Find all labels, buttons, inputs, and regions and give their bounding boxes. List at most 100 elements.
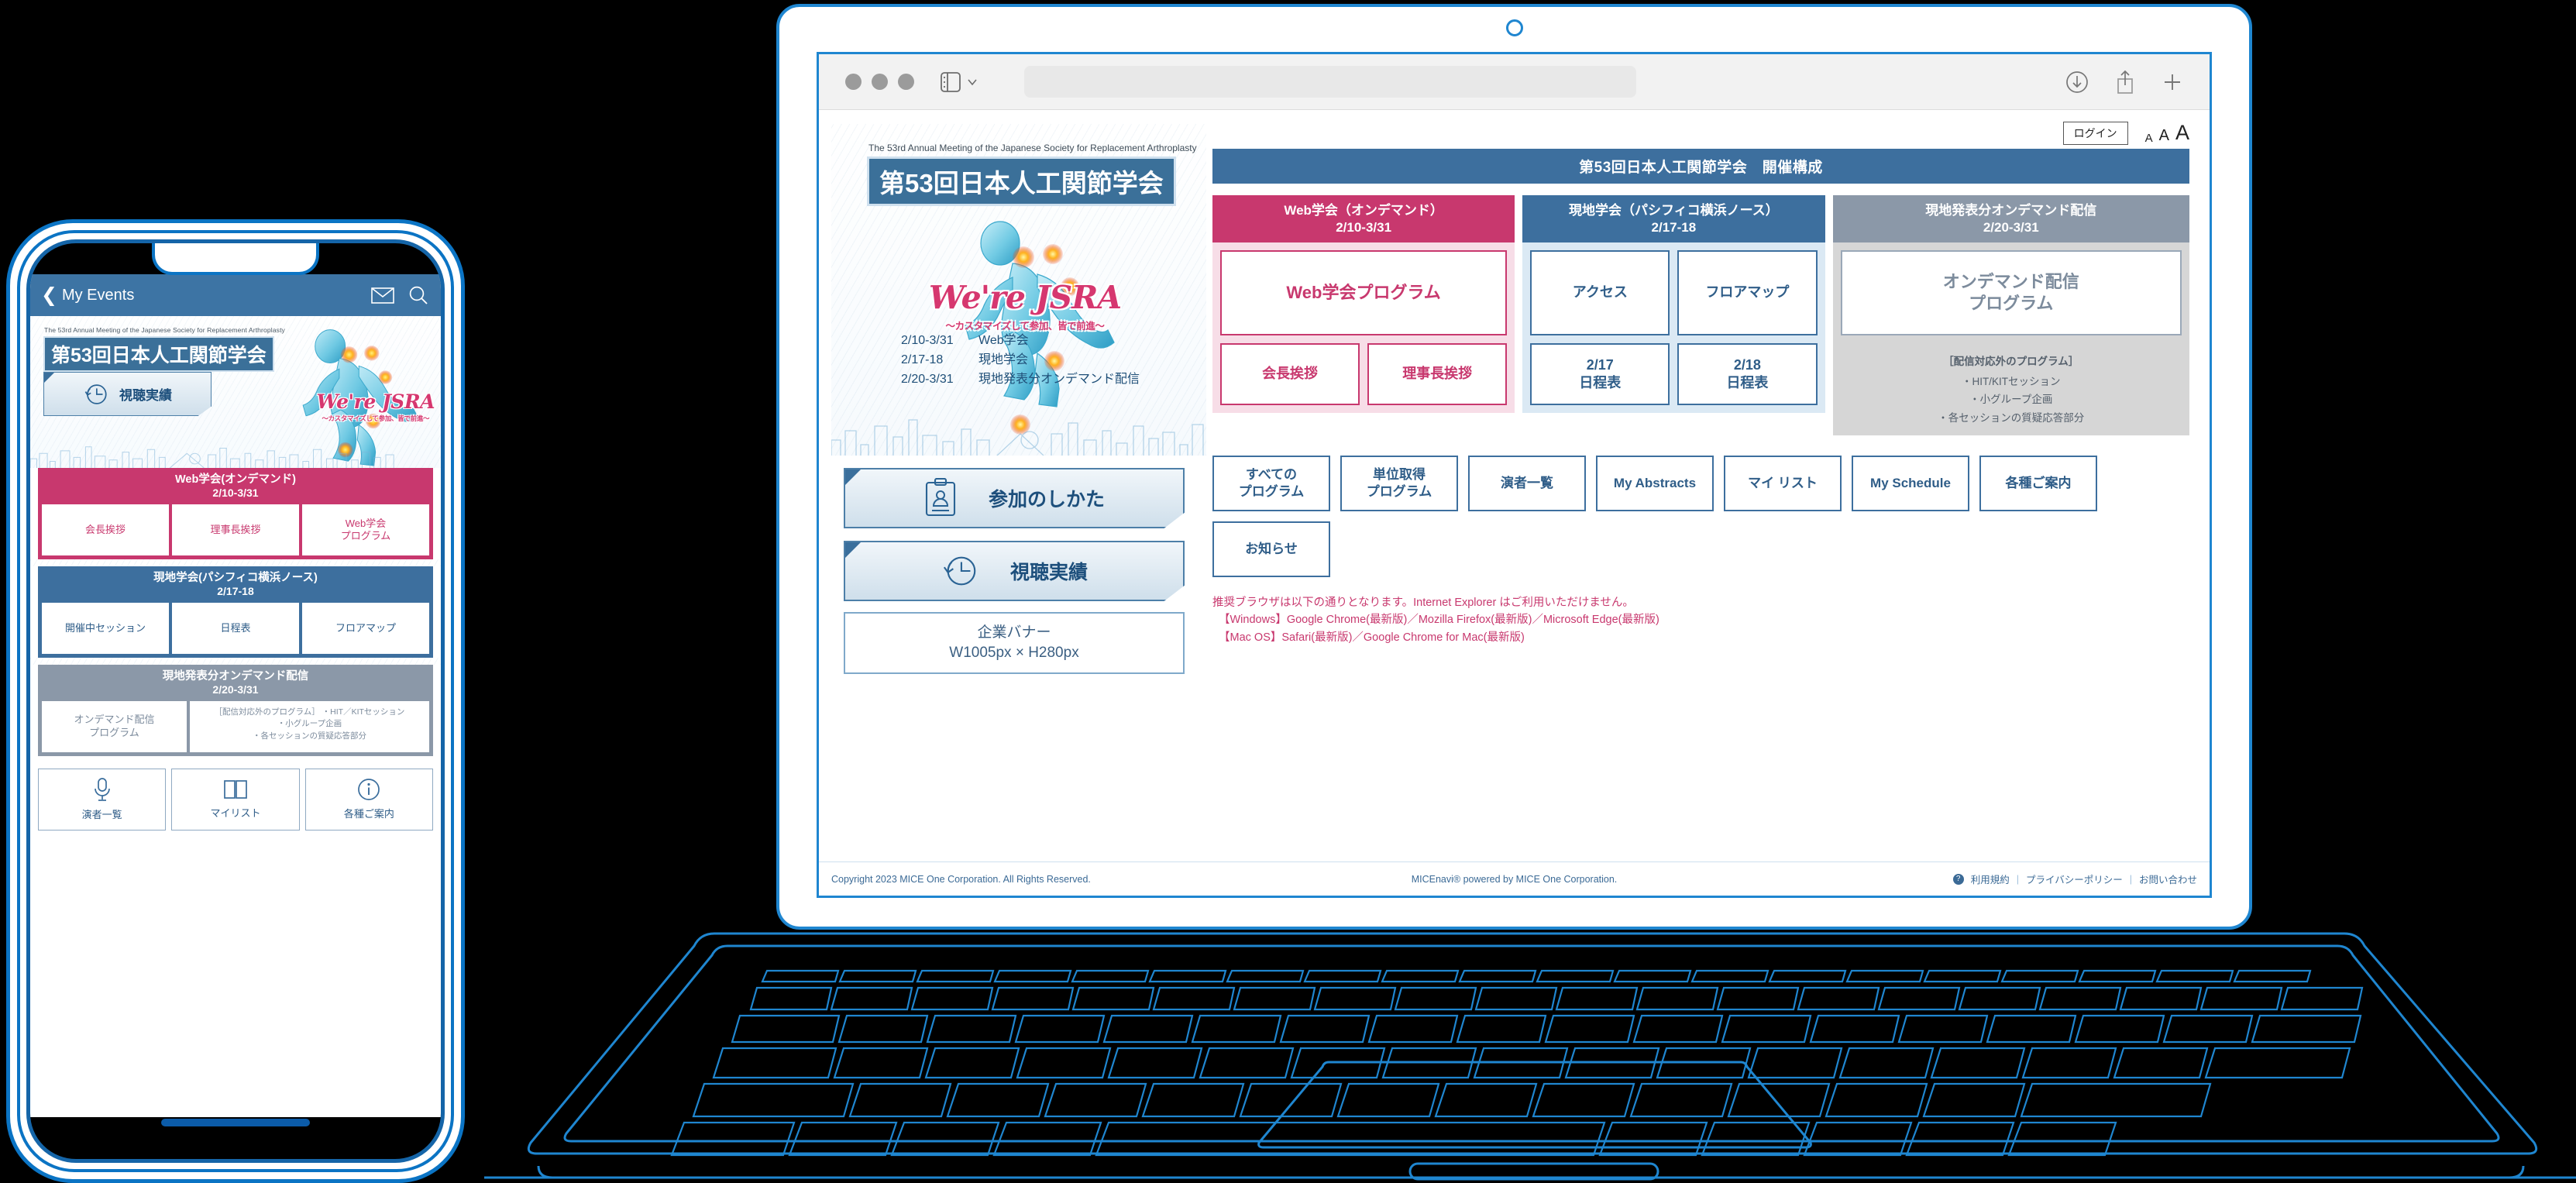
mail-icon[interactable] (371, 287, 394, 304)
column-onsite: 現地学会（パシフィコ横浜ノース） 2/17-18 アクセス フロアマップ 2/1… (1522, 195, 1825, 435)
cell-schedule-218[interactable]: 2/18 日程表 (1677, 343, 1818, 406)
structure-columns: Web学会（オンデマンド） 2/10-3/31 Web学会プログラム 会長挨拶 … (1212, 195, 2189, 435)
column-web-head: Web学会（オンデマンド） 2/10-3/31 (1212, 195, 1515, 243)
banner-line1: 企業バナー (977, 624, 1051, 641)
cell-schedule-217[interactable]: 2/17 日程表 (1530, 343, 1670, 406)
note-item: ・小グループ企画 (277, 719, 342, 729)
panel-dates: 2/20-3/31 (212, 683, 259, 696)
nav-label: 各種ご案内 (343, 808, 394, 820)
column-ondemand: 現地発表分オンデマンド配信 2/20-3/31 オンデマンド配信 プログラム ［… (1832, 195, 2189, 435)
search-icon[interactable] (408, 285, 428, 305)
phone-nav-info[interactable]: 各種ご案内 (304, 768, 433, 831)
page-left-column: The 53rd Annual Meeting of the Japanese … (819, 110, 1206, 861)
note-item: ・HIT/KITセッション (1962, 375, 2061, 387)
sidebar-toggle[interactable] (941, 71, 978, 93)
button-all-programs[interactable]: すべての プログラム (1212, 455, 1330, 511)
jsra-logo: We're JSRA 〜カスタマイズして参加、皆で前進〜 (317, 390, 435, 423)
webcam-icon (1505, 19, 1523, 36)
phone-cell-ondemand-program[interactable]: オンデマンド配信 プログラム (42, 700, 187, 752)
how-to-join-button[interactable]: 参加のしかた (844, 468, 1185, 528)
download-icon[interactable] (2065, 70, 2089, 94)
font-size-controls[interactable]: A A A (2145, 121, 2189, 145)
url-input[interactable] (1024, 66, 1636, 98)
font-size-large[interactable]: A (2175, 121, 2189, 145)
clock-history-icon (84, 383, 107, 404)
schedule-row: 2/20-3/31 現地発表分オンデマンド配信 (901, 370, 1140, 390)
skyline-decoration (30, 446, 394, 468)
watch-history-label: 視聴実績 (119, 388, 172, 403)
cell-ondemand-program[interactable]: オンデマンド配信 プログラム (1840, 250, 2182, 336)
phone-watch-history-button[interactable]: 視聴実績 (43, 372, 212, 416)
phone-topbar: ❮ My Events (30, 274, 441, 316)
panel-dates: 2/10-3/31 (212, 487, 259, 500)
column-dates: 2/20-3/31 (1983, 220, 2039, 236)
ondemand-exclusion-note: ［配信対応外のプログラム］ ・HIT/KITセッション ・小グループ企画 ・各セ… (1841, 352, 2182, 428)
share-icon[interactable] (2115, 70, 2135, 95)
column-title: 現地発表分オンデマンド配信 (1925, 203, 2097, 218)
cell-floormap[interactable]: フロアマップ (1677, 250, 1818, 336)
phone-home-indicator[interactable] (161, 1119, 310, 1126)
cell-access[interactable]: アクセス (1530, 250, 1670, 336)
note-line: 【Windows】Google Chrome(最新版)／Mozilla Fire… (1219, 614, 1659, 627)
column-dates: 2/10-3/31 (1336, 220, 1392, 236)
phone-nav-speakers[interactable]: 演者一覧 (38, 768, 167, 831)
plus-icon[interactable] (2162, 71, 2183, 93)
schedule-label: Web学会 (978, 334, 1029, 347)
button-speaker-list[interactable]: 演者一覧 (1468, 455, 1586, 511)
section-title: 第53回日本人工関節学会 開催構成 (1212, 149, 2189, 184)
column-onsite-head: 現地学会（パシフィコ横浜ノース） 2/17-18 (1522, 195, 1825, 243)
back-button[interactable]: ❮ My Events (41, 285, 134, 305)
browser-window: ログイン A A A The 53rd Annual Meeting of th… (817, 52, 2212, 898)
button-my-list[interactable]: マイ リスト (1724, 455, 1842, 511)
note-title: ［配信対応外のプログラム］ (214, 707, 320, 717)
footer-link-terms[interactable]: 利用規約 (1971, 872, 2010, 886)
how-to-join-label: 参加のしかた (988, 489, 1105, 511)
chevron-down-icon (968, 78, 977, 85)
footer-link-contact[interactable]: お問い合わせ (2139, 872, 2197, 886)
info-icon (358, 779, 380, 801)
how-to-join-wrap: 参加のしかた (825, 468, 1206, 528)
zoom-button[interactable] (898, 74, 914, 90)
skyline-decoration (831, 419, 1204, 456)
phone-cell-web-program[interactable]: Web学会 プログラム (302, 504, 429, 555)
watch-history-button[interactable]: 視聴実績 (844, 541, 1185, 601)
column-title: Web学会（オンデマンド） (1284, 203, 1443, 218)
corporate-banner-placeholder[interactable]: 企業バナー W1005px × H280px (844, 612, 1185, 674)
traffic-lights[interactable] (845, 74, 914, 90)
button-my-abstracts[interactable]: My Abstracts (1596, 455, 1714, 511)
button-credit-programs[interactable]: 単位取得 プログラム (1340, 455, 1458, 511)
button-announcements[interactable]: お知らせ (1212, 521, 1330, 577)
phone-cell-current-session[interactable]: 開催中セッション (42, 602, 169, 654)
hero-title: 第53回日本人工関節学会 (43, 336, 274, 372)
phone-panel-onsite: 現地学会(パシフィコ横浜ノース) 2/17-18 開催中セッション 日程表 フロ… (38, 566, 433, 658)
cell-web-program[interactable]: Web学会プログラム (1220, 250, 1508, 336)
cell-chairman-greeting[interactable]: 理事長挨拶 (1367, 343, 1508, 406)
phone-cell-floormap[interactable]: フロアマップ (302, 602, 429, 654)
help-icon: ? (1952, 873, 1964, 885)
screenshot-root: ❮ My Events The 53rd Annual Meeting of t… (0, 0, 2576, 1183)
phone-cell-schedule[interactable]: 日程表 (172, 602, 299, 654)
font-size-medium[interactable]: A (2159, 127, 2169, 145)
schedule-row: 2/10-3/31 Web学会 (901, 332, 1140, 351)
footer-link-privacy[interactable]: プライバシーポリシー (2026, 872, 2123, 886)
font-size-small[interactable]: A (2145, 132, 2153, 145)
phone-cell-president-greeting[interactable]: 会長挨拶 (42, 504, 169, 555)
note-line: 推奨ブラウザは以下の通りとなります。Internet Explorer はご利用… (1212, 596, 1634, 609)
close-button[interactable] (845, 74, 862, 90)
minimize-button[interactable] (872, 74, 888, 90)
button-my-schedule[interactable]: My Schedule (1852, 455, 1969, 511)
page-footer: Copyright 2023 MICE One Corporation. All… (819, 861, 2210, 896)
jsra-logo-text: We're JSRA (316, 390, 435, 413)
phone-speaker-icon (195, 239, 276, 241)
panel-gap (30, 657, 441, 665)
cell-president-greeting[interactable]: 会長挨拶 (1220, 343, 1360, 406)
schedule-date: 2/17-18 (901, 352, 944, 366)
phone-cell-chairman-greeting[interactable]: 理事長挨拶 (172, 504, 299, 555)
phone-nav-mylist[interactable]: マイリスト (171, 768, 300, 831)
microphone-icon (94, 778, 110, 802)
note-item: ・各セッションの質疑応答部分 (253, 731, 366, 741)
browser-requirements-note: 推奨ブラウザは以下の通りとなります。Internet Explorer はご利用… (1212, 594, 2189, 646)
button-various-info[interactable]: 各種ご案内 (1979, 455, 2097, 511)
laptop-hero: The 53rd Annual Meeting of the Japanese … (831, 124, 1206, 456)
login-button[interactable]: ログイン (2062, 122, 2128, 145)
